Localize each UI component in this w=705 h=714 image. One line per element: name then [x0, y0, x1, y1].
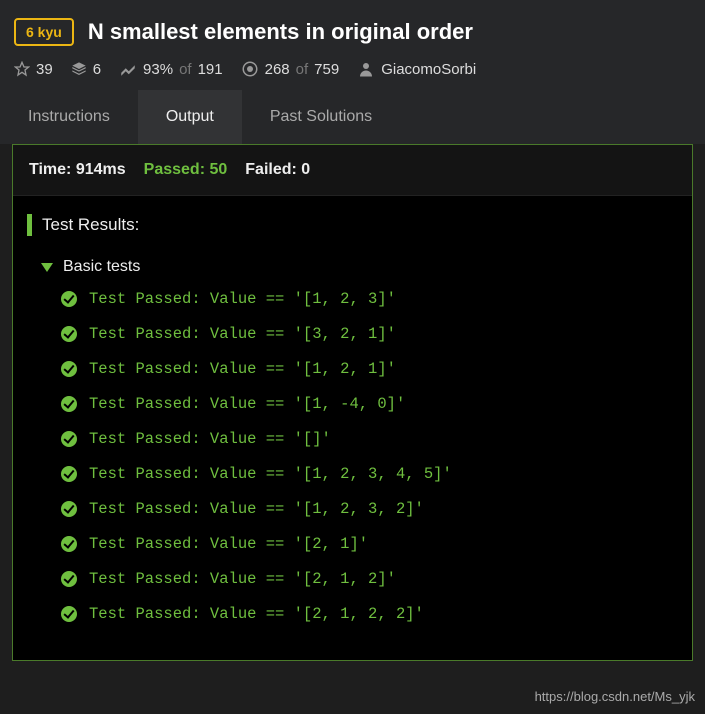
layers-icon: [71, 61, 87, 77]
of-word: of: [296, 61, 309, 78]
group-label: Basic tests: [63, 258, 140, 276]
test-message: Test Passed: Value == '[]': [89, 430, 331, 448]
test-message: Test Passed: Value == '[1, 2, 3]': [89, 290, 396, 308]
kyu-badge: 6 kyu: [14, 18, 74, 46]
check-icon: [61, 361, 77, 377]
summary-time: Time: 914ms: [29, 161, 126, 179]
collections-count: 6: [93, 61, 101, 78]
check-icon: [61, 291, 77, 307]
completed-total: 759: [314, 61, 339, 78]
test-line: Test Passed: Value == '[1, 2, 1]': [61, 360, 678, 378]
stars-count: 39: [36, 61, 53, 78]
satisfaction-stat[interactable]: 93% of 191: [119, 60, 223, 78]
satisfaction-pct: 93%: [143, 61, 173, 78]
results-header: Test Results:: [27, 214, 678, 236]
test-line: Test Passed: Value == '[1, -4, 0]': [61, 395, 678, 413]
test-message: Test Passed: Value == '[1, 2, 3, 2]': [89, 500, 424, 518]
completed-stat[interactable]: 268 of 759: [241, 60, 340, 78]
satisfaction-total: 191: [198, 61, 223, 78]
summary-failed: Failed: 0: [245, 161, 310, 179]
check-icon: [61, 501, 77, 517]
test-line: Test Passed: Value == '[1, 2, 3, 4, 5]': [61, 465, 678, 483]
test-line: Test Passed: Value == '[1, 2, 3, 2]': [61, 500, 678, 518]
test-message: Test Passed: Value == '[2, 1, 2, 2]': [89, 605, 424, 623]
chart-icon: [119, 60, 137, 78]
user-icon: [357, 60, 375, 78]
tab-instructions[interactable]: Instructions: [0, 90, 138, 144]
stats-row: 39 6 93% of 191 268 of 759 GiacomoSorbi: [14, 60, 691, 78]
star-icon: [14, 61, 30, 77]
test-line: Test Passed: Value == '[2, 1, 2, 2]': [61, 605, 678, 623]
test-message: Test Passed: Value == '[1, 2, 1]': [89, 360, 396, 378]
test-message: Test Passed: Value == '[2, 1]': [89, 535, 368, 553]
check-icon: [61, 396, 77, 412]
test-message: Test Passed: Value == '[2, 1, 2]': [89, 570, 396, 588]
kata-header: 6 kyu N smallest elements in original or…: [0, 0, 705, 90]
test-line: Test Passed: Value == '[2, 1, 2]': [61, 570, 678, 588]
test-line: Test Passed: Value == '[]': [61, 430, 678, 448]
author-stat[interactable]: GiacomoSorbi: [357, 60, 476, 78]
collections-stat[interactable]: 6: [71, 61, 101, 78]
test-summary: Time: 914ms Passed: 50 Failed: 0: [13, 145, 692, 196]
summary-passed: Passed: 50: [144, 161, 228, 179]
results-area: Test Results: Basic tests Test Passed: V…: [13, 196, 692, 660]
caret-down-icon: [41, 263, 53, 272]
test-line: Test Passed: Value == '[1, 2, 3]': [61, 290, 678, 308]
kata-title: N smallest elements in original order: [88, 19, 473, 45]
test-group[interactable]: Basic tests: [41, 258, 678, 276]
accent-bar-icon: [27, 214, 32, 236]
stars-stat[interactable]: 39: [14, 61, 53, 78]
check-icon: [61, 536, 77, 552]
target-icon: [241, 60, 259, 78]
test-line: Test Passed: Value == '[2, 1]': [61, 535, 678, 553]
test-message: Test Passed: Value == '[3, 2, 1]': [89, 325, 396, 343]
tab-output[interactable]: Output: [138, 90, 242, 144]
of-word: of: [179, 61, 192, 78]
results-title: Test Results:: [42, 215, 139, 235]
test-list: Test Passed: Value == '[1, 2, 3]' Test Pa…: [27, 290, 678, 623]
watermark: https://blog.csdn.net/Ms_yjk: [535, 689, 695, 704]
completed-count: 268: [265, 61, 290, 78]
check-icon: [61, 606, 77, 622]
check-icon: [61, 466, 77, 482]
output-panel: Time: 914ms Passed: 50 Failed: 0 Test Re…: [12, 144, 693, 661]
check-icon: [61, 431, 77, 447]
test-line: Test Passed: Value == '[3, 2, 1]': [61, 325, 678, 343]
test-message: Test Passed: Value == '[1, 2, 3, 4, 5]': [89, 465, 452, 483]
tabs: Instructions Output Past Solutions: [0, 90, 705, 144]
test-message: Test Passed: Value == '[1, -4, 0]': [89, 395, 405, 413]
tab-past-solutions[interactable]: Past Solutions: [242, 90, 400, 144]
check-icon: [61, 571, 77, 587]
check-icon: [61, 326, 77, 342]
author-name: GiacomoSorbi: [381, 61, 476, 78]
title-row: 6 kyu N smallest elements in original or…: [14, 18, 691, 46]
